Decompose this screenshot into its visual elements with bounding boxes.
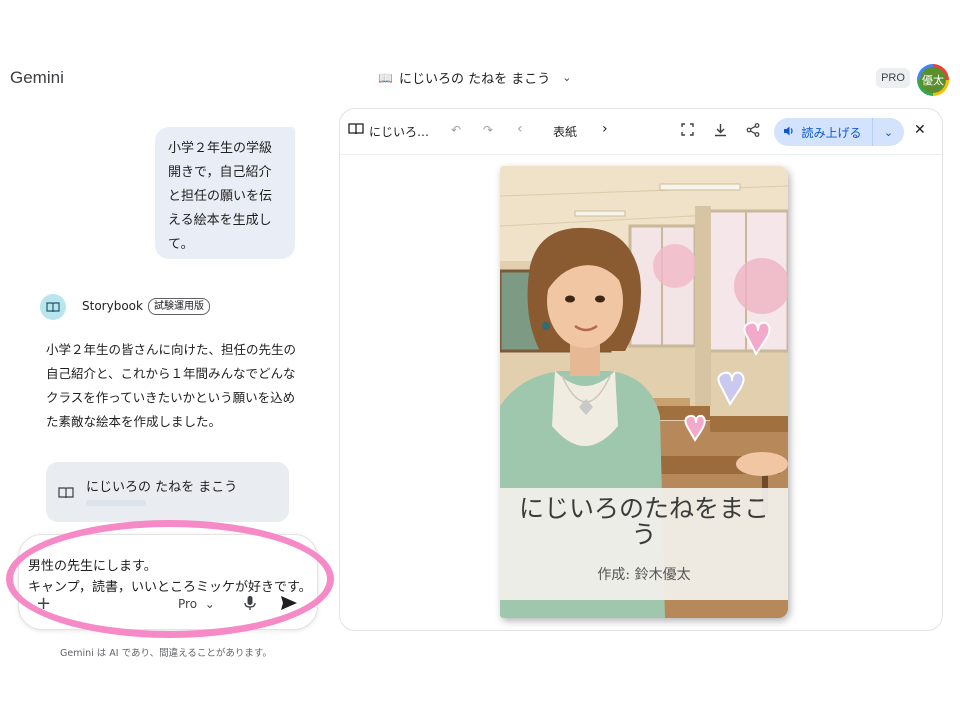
pro-badge: PRO bbox=[876, 68, 910, 88]
storybook-card-placeholder bbox=[86, 500, 146, 506]
read-aloud-label: 読み上げる bbox=[801, 125, 862, 140]
avatar[interactable]: 優太 bbox=[917, 64, 949, 96]
model-label: Pro bbox=[178, 597, 198, 611]
send-icon[interactable] bbox=[280, 594, 298, 612]
storybook-icon bbox=[40, 294, 66, 320]
storybook-card[interactable]: にじいろの たねを まこう bbox=[46, 462, 289, 522]
conversation-title[interactable]: 📖 にじいろの たねを まこう ⌄ bbox=[378, 68, 571, 88]
read-aloud-button-group: 読み上げる ⌄ bbox=[774, 118, 904, 146]
user-message: 小学２年生の学級開きで，自己紹介と担任の願いを伝える絵本を生成して。 bbox=[155, 127, 295, 259]
chevron-down-icon[interactable]: ⌄ bbox=[562, 71, 571, 84]
read-aloud-button[interactable]: 読み上げる bbox=[774, 118, 871, 146]
chevron-right-icon[interactable]: › bbox=[602, 121, 608, 137]
page-label: 表紙 bbox=[553, 125, 578, 139]
agent-name: Storybook bbox=[82, 299, 143, 313]
plus-icon[interactable]: + bbox=[36, 593, 51, 614]
panel-toolbar: にじいろ… ↶ ↷ ‹ 表紙 › 読み上げる ⌄ ✕ bbox=[340, 109, 942, 155]
speaker-icon bbox=[783, 125, 795, 140]
avatar-label: 優太 bbox=[920, 67, 946, 93]
prompt-line-1: 男性の先生にします。 bbox=[28, 559, 157, 574]
close-icon[interactable]: ✕ bbox=[914, 122, 926, 138]
cover-author: 作成: 鈴木優太 bbox=[597, 567, 691, 583]
gemini-logo[interactable]: Gemini bbox=[10, 68, 64, 88]
chevron-left-icon[interactable]: ‹ bbox=[517, 121, 523, 137]
download-icon[interactable] bbox=[714, 123, 727, 140]
disclaimer: Gemini は AI であり、間違えることがあります。 bbox=[60, 648, 272, 659]
panel-book-title: にじいろ… bbox=[369, 125, 430, 139]
storybook-card-title: にじいろの たねを まこう bbox=[86, 480, 238, 495]
book-icon bbox=[348, 122, 364, 138]
experimental-badge: 試験運用版 bbox=[148, 298, 210, 315]
cover-title: にじいろのたねをまこう bbox=[518, 494, 769, 549]
chevron-down-icon: ⌄ bbox=[200, 597, 215, 611]
book-icon: 📖 bbox=[378, 70, 393, 85]
fullscreen-icon[interactable] bbox=[681, 123, 694, 139]
book-icon bbox=[58, 486, 74, 502]
mic-icon[interactable] bbox=[243, 595, 257, 611]
chevron-down-icon[interactable]: ⌄ bbox=[872, 118, 904, 146]
agent-reply: 小学２年生の皆さんに向けた、担任の先生の自己紹介と、これから１年間みんなでどんな… bbox=[46, 342, 297, 429]
prompt-input[interactable]: 男性の先生にします。 キャンプ，読書，いいところミッケが好きです。 bbox=[28, 556, 328, 598]
share-icon[interactable] bbox=[746, 123, 760, 140]
model-selector[interactable]: Pro ⌄ bbox=[178, 597, 215, 611]
redo-icon[interactable]: ↷ bbox=[483, 123, 493, 137]
undo-icon[interactable]: ↶ bbox=[451, 123, 461, 137]
conversation-title-text: にじいろの たねを まこう bbox=[398, 72, 551, 87]
book-cover[interactable]: にじいろのたねをまこう 作成: 鈴木優太 bbox=[500, 166, 788, 618]
